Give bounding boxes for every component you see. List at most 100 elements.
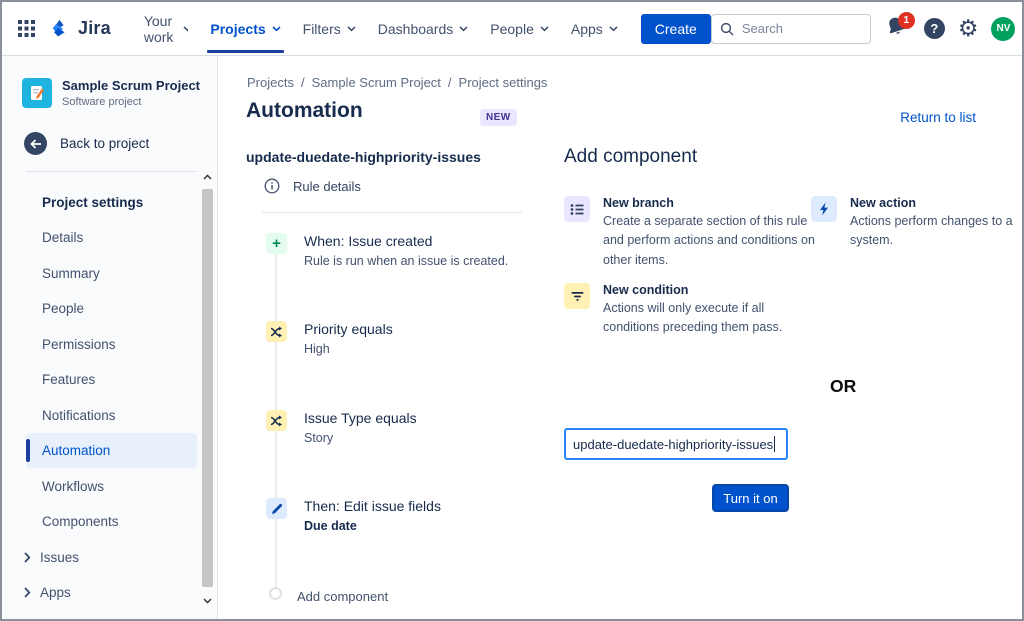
sidebar-item-components[interactable]: Components (2, 504, 217, 540)
rule-step-text: Issue Type equals Story (304, 410, 417, 445)
component-option-new-branch[interactable]: New branch Create a separate section of … (564, 196, 821, 270)
create-button[interactable]: Create (641, 14, 711, 44)
sidebar-item-issues[interactable]: Issues (2, 539, 217, 575)
rule-name-title: update-duedate-highpriority-issues (246, 149, 481, 165)
jira-logo[interactable]: Jira (49, 18, 111, 40)
step-subtitle: Due date (304, 519, 441, 533)
chevron-down-icon (609, 26, 618, 32)
scroll-up-arrow-icon[interactable] (200, 169, 215, 185)
scrollbar-thumb[interactable] (202, 189, 213, 587)
sidebar-item-workflows[interactable]: Workflows (2, 468, 217, 504)
chevron-down-icon (459, 26, 468, 32)
add-component-link[interactable]: Add component (297, 589, 388, 604)
rule-step-condition-issuetype[interactable]: Issue Type equals Story (266, 410, 417, 445)
add-component-circle-icon[interactable] (269, 587, 282, 600)
shuffle-condition-icon (266, 410, 287, 431)
nav-people[interactable]: People (479, 2, 560, 56)
breadcrumb: Projects / Sample Scrum Project / Project se… (247, 75, 547, 90)
return-to-list-link[interactable]: Return to list (900, 110, 976, 125)
add-component-heading: Add component (564, 146, 697, 168)
project-type: Software project (62, 96, 200, 108)
step-subtitle: Story (304, 431, 417, 445)
sidebar-item-project-settings: Project settings (2, 184, 217, 220)
nav-filters[interactable]: Filters (292, 2, 367, 56)
rule-step-condition-priority[interactable]: Priority equals High (266, 321, 393, 356)
nav-projects[interactable]: Projects (199, 2, 291, 56)
shuffle-condition-icon (266, 321, 287, 342)
sidebar-item-features[interactable]: Features (2, 362, 217, 398)
project-avatar-icon (22, 78, 52, 108)
active-tab-underline (207, 50, 283, 53)
step-title: Issue Type equals (304, 410, 417, 426)
sidebar-item-automation[interactable]: Automation (26, 433, 197, 469)
or-label: OR (830, 376, 856, 397)
breadcrumb-projects[interactable]: Projects (247, 75, 294, 90)
sidebar-item-details[interactable]: Details (2, 220, 217, 256)
sidebar-scrollbar[interactable] (200, 169, 215, 609)
back-to-project-button[interactable]: Back to project (2, 116, 217, 169)
chevron-down-icon (347, 26, 356, 32)
nav-projects-label: Projects (210, 21, 265, 37)
rule-step-text: Priority equals High (304, 321, 393, 356)
rule-step-text: Then: Edit issue fields Due date (304, 498, 441, 533)
sidebar-item-apps[interactable]: Apps (2, 575, 217, 611)
step-subtitle: High (304, 342, 393, 356)
topbar-icons: 1 ? ⚙ NV (885, 15, 1016, 43)
brand-name: Jira (78, 18, 111, 39)
rule-divider (262, 212, 522, 213)
nav-apps[interactable]: Apps (560, 2, 629, 56)
project-header[interactable]: Sample Scrum Project Software project (2, 56, 217, 116)
rule-name-input[interactable]: update-duedate-highpriority-issues (564, 428, 788, 460)
rule-name-input-value: update-duedate-highpriority-issues (573, 437, 773, 452)
nav-your-work[interactable]: Your work (133, 2, 200, 56)
nav-dashboards[interactable]: Dashboards (367, 2, 480, 56)
jira-window: Jira Your work Projects Filters Dashboar… (0, 0, 1024, 621)
nav-filters-label: Filters (303, 21, 341, 37)
search-input[interactable] (742, 21, 862, 36)
user-avatar[interactable]: NV (991, 17, 1015, 41)
sidebar-item-permissions[interactable]: Permissions (2, 326, 217, 362)
global-search[interactable] (711, 14, 871, 44)
top-navigation-bar: Jira Your work Projects Filters Dashboar… (2, 2, 1022, 56)
component-title: New action (850, 196, 1024, 210)
rule-details-label: Rule details (293, 179, 361, 194)
new-badge: NEW (480, 109, 517, 126)
component-option-new-condition[interactable]: New condition Actions will only execute … (564, 283, 821, 338)
scroll-down-arrow-icon[interactable] (200, 593, 215, 609)
step-subtitle: Rule is run when an issue is created. (304, 254, 508, 268)
sidebar-item-summary[interactable]: Summary (2, 255, 217, 291)
help-button[interactable]: ? (924, 18, 945, 39)
pencil-action-icon (266, 498, 287, 519)
text-caret (774, 436, 775, 452)
sidebar-item-apps-label: Apps (40, 585, 71, 600)
component-title: New branch (603, 196, 821, 210)
jira-mark-icon (49, 18, 71, 40)
rule-step-action-edit-fields[interactable]: Then: Edit issue fields Due date (266, 498, 441, 533)
chevron-right-icon (24, 552, 31, 563)
breadcrumb-separator: / (448, 75, 452, 90)
lightning-bolt-icon (811, 196, 837, 222)
settings-gear-icon[interactable]: ⚙ (958, 17, 979, 40)
nav-your-work-label: Your work (144, 13, 178, 45)
rule-step-text: When: Issue created Rule is run when an … (304, 233, 508, 268)
project-header-text: Sample Scrum Project Software project (62, 78, 200, 108)
step-title: Priority equals (304, 321, 393, 337)
rule-step-trigger[interactable]: + When: Issue created Rule is run when a… (266, 233, 508, 268)
app-switcher-icon[interactable] (18, 16, 35, 42)
info-icon (264, 178, 280, 194)
main-content: Projects / Sample Scrum Project / Project se… (218, 56, 1022, 619)
component-description: Create a separate section of this rule a… (603, 212, 821, 270)
component-text: New branch Create a separate section of … (603, 196, 821, 270)
sidebar-item-people[interactable]: People (2, 291, 217, 327)
sidebar-item-notifications[interactable]: Notifications (2, 397, 217, 433)
step-title: Then: Edit issue fields (304, 498, 441, 514)
primary-nav: Your work Projects Filters Dashboards Pe… (133, 2, 629, 56)
notifications-button[interactable]: 1 (885, 15, 911, 43)
component-option-new-action[interactable]: New action Actions perform changes to a … (811, 196, 1024, 251)
breadcrumb-project[interactable]: Sample Scrum Project (312, 75, 441, 90)
nav-apps-label: Apps (571, 21, 603, 37)
rule-details-button[interactable]: Rule details (264, 178, 361, 194)
turn-it-on-button[interactable]: Turn it on (712, 484, 789, 512)
breadcrumb-separator: / (301, 75, 305, 90)
breadcrumb-project-settings[interactable]: Project settings (459, 75, 548, 90)
